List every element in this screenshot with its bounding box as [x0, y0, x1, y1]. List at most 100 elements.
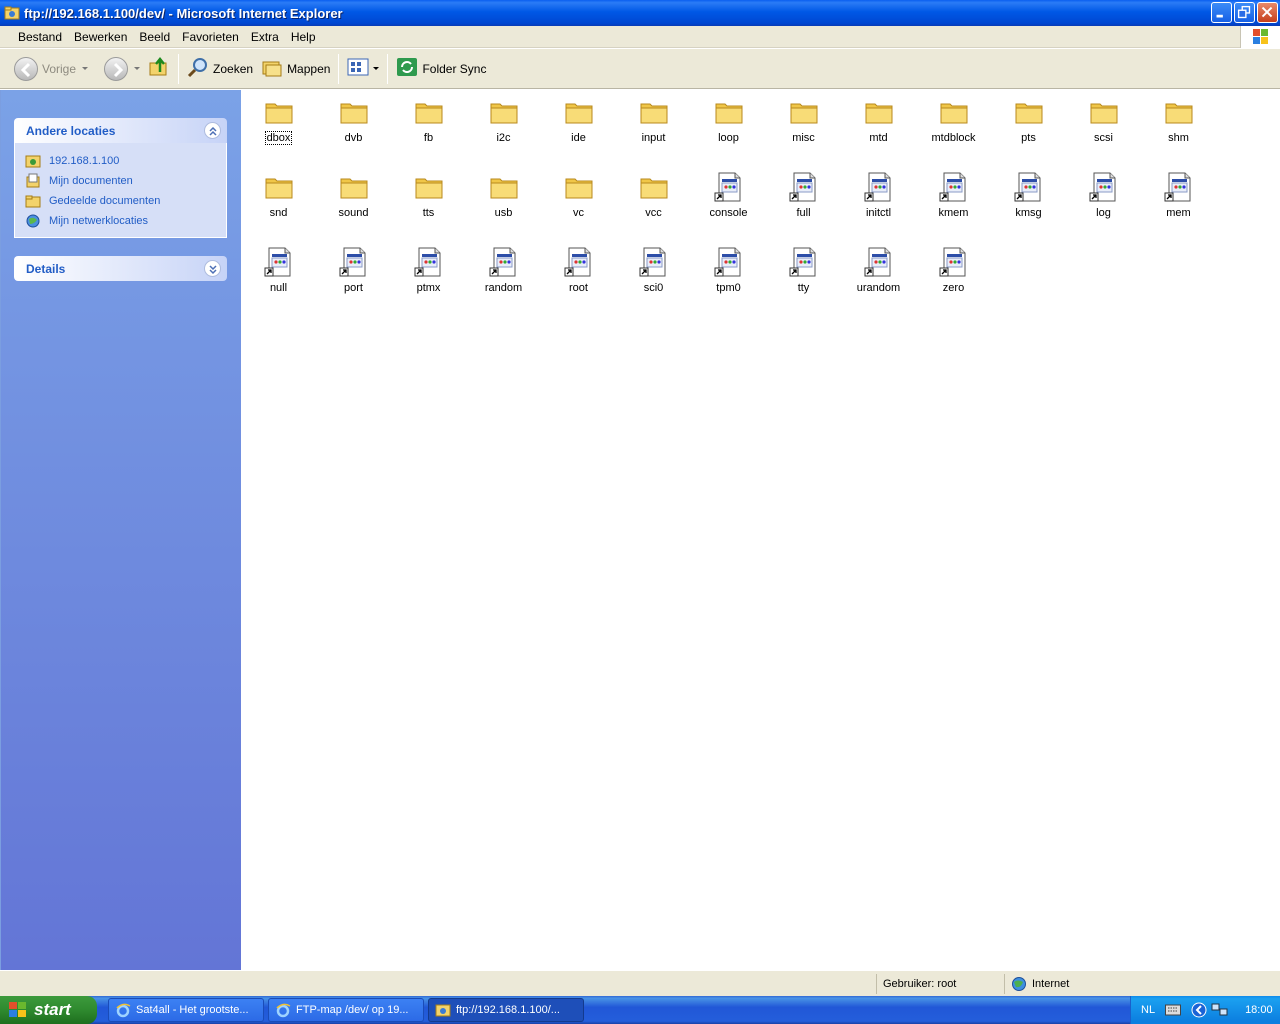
- folder-item[interactable]: ide: [541, 90, 616, 162]
- file-shortcut-item[interactable]: kmem: [916, 165, 991, 237]
- file-shortcut-item[interactable]: console: [691, 165, 766, 237]
- clock[interactable]: 18:00: [1245, 1004, 1273, 1016]
- restore-button[interactable]: [1234, 2, 1255, 23]
- file-shortcut-icon: [788, 171, 820, 203]
- link-network-places[interactable]: Mijn netwerklocaties: [25, 211, 226, 231]
- chevron-down-icon[interactable]: [82, 67, 89, 70]
- taskbar-item-ftp-explorer[interactable]: ftp://192.168.1.100/...: [428, 998, 584, 1022]
- link-shared-documents[interactable]: Gedeelde documenten: [25, 191, 226, 211]
- file-shortcut-item[interactable]: port: [316, 240, 391, 312]
- folder-item[interactable]: misc: [766, 90, 841, 162]
- folder-item[interactable]: fb: [391, 90, 466, 162]
- keyboard-icon[interactable]: [1165, 1004, 1182, 1016]
- menu-edit[interactable]: Bewerken: [68, 30, 133, 44]
- menu-tools[interactable]: Extra: [245, 30, 285, 44]
- windows-flag-icon: [8, 1001, 28, 1019]
- status-zone: Internet: [1004, 974, 1280, 994]
- forward-button[interactable]: [100, 52, 144, 86]
- menu-bar: Bestand Bewerken Beeld Favorieten Extra …: [0, 26, 1280, 48]
- folder-item[interactable]: vc: [541, 165, 616, 237]
- menu-file[interactable]: Bestand: [12, 30, 68, 44]
- taskbar-item-ie-ftp-map[interactable]: FTP-map /dev/ op 19...: [268, 998, 424, 1022]
- show-hidden-icons-icon[interactable]: [1191, 1002, 1207, 1018]
- folder-sync-button[interactable]: Folder Sync: [392, 52, 490, 86]
- expand-icon[interactable]: [204, 260, 221, 277]
- item-label: kmem: [938, 207, 969, 219]
- item-label: log: [1096, 207, 1111, 219]
- taskbar-item-ie-sat4all[interactable]: Sat4all - Het grootste...: [108, 998, 264, 1022]
- folder-item[interactable]: tts: [391, 165, 466, 237]
- title-bar: ftp://192.168.1.100/dev/ - Microsoft Int…: [0, 0, 1280, 26]
- collapse-icon[interactable]: [204, 122, 221, 139]
- file-shortcut-item[interactable]: urandom: [841, 240, 916, 312]
- item-label: snd: [269, 207, 288, 219]
- zone-label: Internet: [1032, 978, 1070, 990]
- file-list-view[interactable]: dbox dvb fb i2c ide input loop misc mtd mtdblock p…: [241, 90, 1280, 970]
- minimize-button[interactable]: [1211, 2, 1232, 23]
- file-shortcut-item[interactable]: sci0: [616, 240, 691, 312]
- item-label: null: [269, 282, 288, 294]
- file-shortcut-item[interactable]: tty: [766, 240, 841, 312]
- file-shortcut-icon: [713, 171, 745, 203]
- language-indicator[interactable]: NL: [1141, 1004, 1155, 1016]
- folder-item[interactable]: vcc: [616, 165, 691, 237]
- folder-item[interactable]: scsi: [1066, 90, 1141, 162]
- task-label: ftp://192.168.1.100/...: [456, 1004, 560, 1016]
- search-button[interactable]: Zoeken: [183, 52, 257, 86]
- file-shortcut-item[interactable]: null: [241, 240, 316, 312]
- file-shortcut-item[interactable]: kmsg: [991, 165, 1066, 237]
- link-my-documents[interactable]: Mijn documenten: [25, 171, 226, 191]
- file-shortcut-item[interactable]: zero: [916, 240, 991, 312]
- folder-icon: [938, 96, 970, 128]
- views-icon: [347, 56, 371, 81]
- task-pane: Andere locaties 192.168.1.100 Mijn docum…: [0, 90, 241, 970]
- menu-favorites[interactable]: Favorieten: [176, 30, 245, 44]
- file-shortcut-item[interactable]: tpm0: [691, 240, 766, 312]
- views-button[interactable]: [343, 52, 383, 86]
- folder-item[interactable]: loop: [691, 90, 766, 162]
- file-shortcut-item[interactable]: mem: [1141, 165, 1216, 237]
- item-label: vcc: [645, 207, 662, 219]
- system-tray: NL 18:00: [1130, 996, 1280, 1024]
- folder-item[interactable]: usb: [466, 165, 541, 237]
- folder-item[interactable]: mtdblock: [916, 90, 991, 162]
- details-header[interactable]: Details: [14, 256, 227, 281]
- start-button[interactable]: start: [0, 996, 97, 1024]
- file-shortcut-item[interactable]: log: [1066, 165, 1141, 237]
- folder-item[interactable]: dbox: [241, 90, 316, 162]
- window-title: ftp://192.168.1.100/dev/ - Microsoft Int…: [24, 5, 343, 21]
- file-shortcut-item[interactable]: full: [766, 165, 841, 237]
- folder-item[interactable]: input: [616, 90, 691, 162]
- menu-help[interactable]: Help: [285, 30, 322, 44]
- network-connection-icon[interactable]: [1211, 1002, 1229, 1018]
- back-button[interactable]: Vorige: [10, 52, 92, 86]
- file-shortcut-icon: [938, 171, 970, 203]
- folder-icon: [638, 171, 670, 203]
- menu-view[interactable]: Beeld: [133, 30, 176, 44]
- folder-item[interactable]: snd: [241, 165, 316, 237]
- chevron-down-icon[interactable]: [134, 67, 141, 70]
- chevron-down-icon[interactable]: [373, 67, 380, 70]
- folder-item[interactable]: mtd: [841, 90, 916, 162]
- link-label: 192.168.1.100: [49, 155, 120, 167]
- up-folder-button[interactable]: [144, 52, 174, 86]
- folder-icon: [263, 171, 295, 203]
- ftp-folder-icon: [435, 1002, 451, 1018]
- folder-item[interactable]: shm: [1141, 90, 1216, 162]
- link-ftp-server[interactable]: 192.168.1.100: [25, 151, 226, 171]
- file-shortcut-item[interactable]: ptmx: [391, 240, 466, 312]
- file-shortcut-item[interactable]: initctl: [841, 165, 916, 237]
- file-shortcut-item[interactable]: root: [541, 240, 616, 312]
- close-button[interactable]: [1257, 2, 1278, 23]
- folder-item[interactable]: pts: [991, 90, 1066, 162]
- file-shortcut-icon: [263, 246, 295, 278]
- folder-item[interactable]: i2c: [466, 90, 541, 162]
- other-places-header[interactable]: Andere locaties: [14, 118, 227, 143]
- file-shortcut-item[interactable]: random: [466, 240, 541, 312]
- folder-item[interactable]: sound: [316, 165, 391, 237]
- item-label: usb: [494, 207, 513, 219]
- toolbar-separator: [178, 53, 180, 84]
- folder-item[interactable]: dvb: [316, 90, 391, 162]
- folders-button[interactable]: Mappen: [257, 52, 334, 86]
- task-label: Sat4all - Het grootste...: [136, 1004, 249, 1016]
